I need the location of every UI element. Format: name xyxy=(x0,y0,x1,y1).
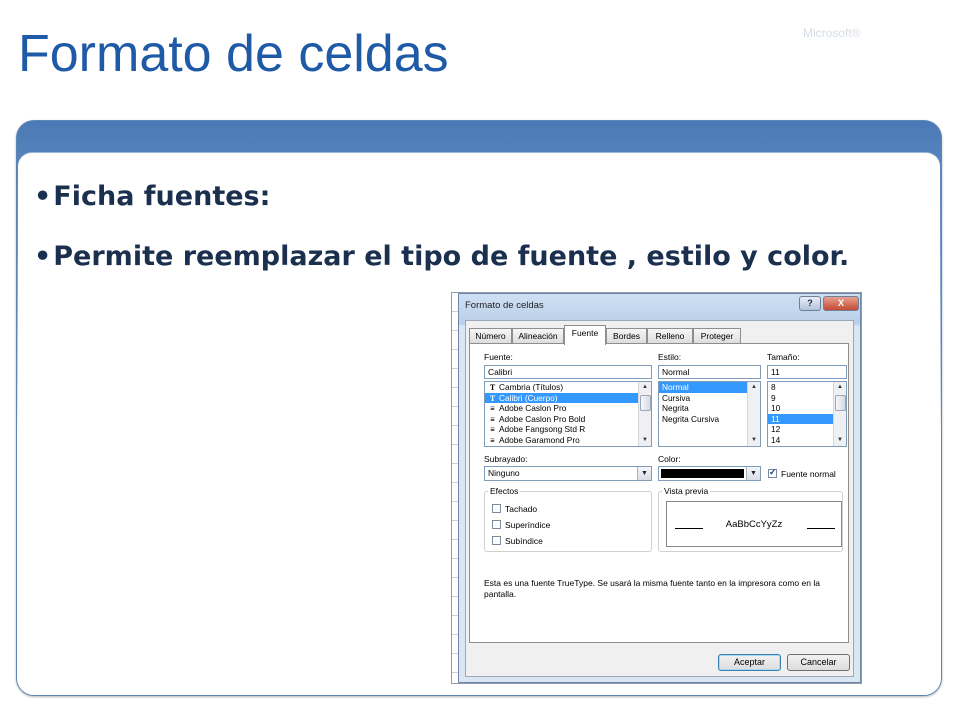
color-swatch xyxy=(661,469,744,478)
style-list-scrollbar[interactable]: ▲ ▼ xyxy=(747,382,760,446)
list-item-label: Adobe Garamond Pro xyxy=(499,434,580,445)
list-item-label: 9 xyxy=(771,392,776,403)
opentype-font-icon: ≡ xyxy=(490,435,495,445)
list-item[interactable]: ≡ Adobe Fangsong Std R xyxy=(485,424,651,435)
list-item[interactable]: ≡ Adobe Caslon Pro Bold xyxy=(485,414,651,425)
scroll-thumb[interactable] xyxy=(835,395,846,411)
font-input[interactable]: Calibri xyxy=(484,365,652,379)
subscript-label: Subíndice xyxy=(505,536,543,546)
scroll-up-icon[interactable]: ▲ xyxy=(834,382,846,393)
list-item[interactable]: ≡ Adobe Caslon Pro xyxy=(485,403,651,414)
bullet-text: Permite reemplazar el tipo de fuente , e… xyxy=(53,241,850,272)
list-item[interactable]: Negrita Cursiva xyxy=(659,414,760,425)
scroll-up-icon[interactable]: ▲ xyxy=(748,382,760,393)
scroll-down-icon[interactable]: ▼ xyxy=(748,435,760,446)
underline-select[interactable]: Ninguno ▼ xyxy=(484,466,652,481)
list-item-label: 10 xyxy=(771,403,781,414)
list-item-label: Adobe Caslon Pro Bold xyxy=(499,413,586,424)
list-item-label: 8 xyxy=(771,382,776,392)
preview-box: AaBbCcYyZz xyxy=(666,501,842,547)
bullet-glyph: • xyxy=(34,181,52,212)
chevron-down-icon[interactable]: ▼ xyxy=(637,467,651,480)
font-tab-panel: Fuente: Calibri T Cambria (Títulos) T Calib… xyxy=(469,343,849,643)
bullet-glyph: • xyxy=(34,241,52,272)
font-list-scrollbar[interactable]: ▲ ▼ xyxy=(638,382,651,446)
scroll-down-icon[interactable]: ▼ xyxy=(834,435,846,446)
size-list[interactable]: 8 9 10 11 12 14 ▲ ▼ xyxy=(767,381,847,447)
font-list[interactable]: T Cambria (Títulos) T Calibri (Cuerpo) ≡ Adob… xyxy=(484,381,652,447)
list-item-label: 12 xyxy=(771,424,781,435)
list-item[interactable]: T Cambria (Títulos) xyxy=(485,382,651,393)
superscript-label: Superíndice xyxy=(505,520,551,530)
scroll-up-icon[interactable]: ▲ xyxy=(639,382,651,393)
size-label: Tamaño: xyxy=(767,352,800,362)
help-button[interactable]: ? xyxy=(799,296,821,311)
tab-bordes[interactable]: Bordes xyxy=(606,328,647,344)
truetype-info: Esta es una fuente TrueType. Se usará la… xyxy=(484,578,820,599)
list-item-label: 14 xyxy=(771,434,781,445)
format-cells-dialog: Formato de celdas ? X Número Alineación … xyxy=(458,293,861,683)
size-input[interactable]: 11 xyxy=(767,365,847,379)
list-item-label: Normal xyxy=(662,382,689,392)
list-item[interactable]: Cursiva xyxy=(659,393,760,404)
list-item[interactable]: T Calibri (Cuerpo) xyxy=(485,392,651,404)
dialog-screenshot: Formato de celdas ? X Número Alineación … xyxy=(451,292,862,684)
list-item-label: Adobe Fangsong Std R xyxy=(499,424,586,435)
size-list-scrollbar[interactable]: ▲ ▼ xyxy=(833,382,846,446)
list-item-label: Cursiva xyxy=(662,392,691,403)
list-item-label: Negrita xyxy=(662,403,689,414)
underline-label: Subrayado: xyxy=(484,454,528,464)
normal-font-checkbox[interactable] xyxy=(768,467,777,478)
strikethrough-checkbox[interactable] xyxy=(492,504,501,513)
list-item-label: 11 xyxy=(771,413,780,424)
underline-value: Ninguno xyxy=(488,468,520,478)
chevron-down-icon[interactable]: ▼ xyxy=(746,467,760,480)
preview-label: Vista previa xyxy=(662,486,711,496)
slide-title: Formato de celdas xyxy=(18,25,449,83)
list-item[interactable]: Normal xyxy=(659,382,760,393)
list-item-label: Adobe Caslon Pro xyxy=(499,403,567,414)
style-input[interactable]: Normal xyxy=(658,365,761,379)
list-item-label: Negrita Cursiva xyxy=(662,413,720,424)
dialog-title: Formato de celdas xyxy=(465,300,544,311)
ok-button[interactable]: Aceptar xyxy=(718,654,781,671)
bullet-permite: •Permite reemplazar el tipo de fuente , … xyxy=(34,240,924,274)
strikethrough-label: Tachado xyxy=(505,504,538,514)
bullet-text: Ficha fuentes: xyxy=(53,181,271,212)
list-item[interactable]: ≡ Adobe Garamond Pro xyxy=(485,435,651,446)
list-item-label: Calibri (Cuerpo) xyxy=(499,392,558,403)
effects-label: Efectos xyxy=(488,486,521,496)
cancel-button[interactable]: Cancelar xyxy=(787,654,850,671)
brand-watermark: Microsoft® xyxy=(803,26,861,40)
style-list[interactable]: Normal Cursiva Negrita Negrita Cursiva ▲ ▼ xyxy=(658,381,761,447)
subscript-checkbox[interactable] xyxy=(492,536,501,545)
superscript-checkbox[interactable] xyxy=(492,520,501,529)
tab-numero[interactable]: Número xyxy=(469,328,512,344)
normal-font-label: Fuente normal xyxy=(781,469,836,479)
preview-sample: AaBbCcYyZz xyxy=(725,519,783,530)
scroll-down-icon[interactable]: ▼ xyxy=(639,435,651,446)
scroll-thumb[interactable] xyxy=(640,395,651,411)
color-label: Color: xyxy=(658,454,681,464)
style-label: Estilo: xyxy=(658,352,682,362)
close-button[interactable]: X xyxy=(823,296,859,311)
tab-proteger[interactable]: Proteger xyxy=(693,328,741,344)
tab-alineacion[interactable]: Alineación xyxy=(512,328,564,344)
color-select[interactable]: ▼ xyxy=(658,466,761,481)
bullet-ficha-fuentes: •Ficha fuentes: xyxy=(34,180,270,214)
tab-fuente[interactable]: Fuente xyxy=(564,325,606,345)
font-label: Fuente: xyxy=(484,352,513,362)
list-item[interactable]: Negrita xyxy=(659,403,760,414)
list-item-label: Cambria (Títulos) xyxy=(499,382,564,392)
tab-relleno[interactable]: Relleno xyxy=(647,328,693,344)
